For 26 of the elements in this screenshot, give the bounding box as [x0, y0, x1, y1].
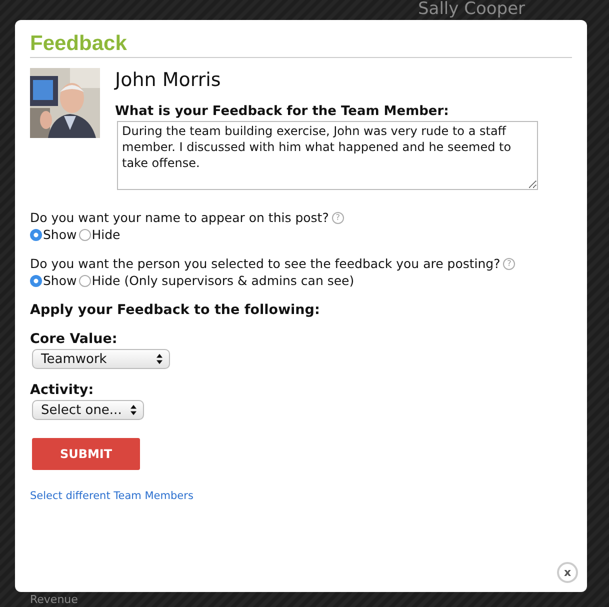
- updown-arrows-icon: [130, 404, 137, 416]
- radio-button[interactable]: [30, 274, 42, 286]
- radio-button[interactable]: [78, 228, 91, 240]
- dialog-title: Feedback: [30, 32, 572, 58]
- question-text: Do you want your name to appear on this post?: [30, 210, 329, 225]
- select-members-link[interactable]: Select different Team Members: [30, 490, 194, 502]
- member-name: John Morris: [115, 68, 222, 92]
- radio-label: Show: [43, 227, 77, 242]
- updown-arrows-icon: [156, 353, 163, 365]
- feedback-label: What is your Feedback for the Team Member:: [115, 104, 450, 119]
- radio-label: Hide (Only supervisors & admins can see): [92, 273, 354, 288]
- background-text: Revenue: [30, 593, 78, 606]
- background-text: Sally Cooper: [418, 0, 526, 19]
- close-button[interactable]: x: [557, 562, 578, 583]
- section-heading: Apply your Feedback to the following:: [30, 302, 321, 318]
- radio-button[interactable]: [78, 274, 91, 286]
- radio-label: Show: [43, 273, 77, 288]
- dropdown[interactable]: Select one...: [32, 400, 144, 420]
- radio-button[interactable]: [30, 228, 42, 240]
- dropdown[interactable]: Teamwork: [32, 349, 170, 369]
- submit-button[interactable]: SUBMIT: [32, 438, 140, 470]
- question-text: Do you want the person you selected to see the feedback you are posting?: [30, 256, 500, 271]
- field-label: Core Value:: [30, 331, 118, 347]
- field-label: Activity:: [30, 382, 95, 398]
- feedback-field[interactable]: During the team building exercise, John was very rude to a staff member. I discussed with him what happened and he seemed to take offense.: [117, 121, 538, 190]
- radio-label: Hide: [92, 227, 120, 242]
